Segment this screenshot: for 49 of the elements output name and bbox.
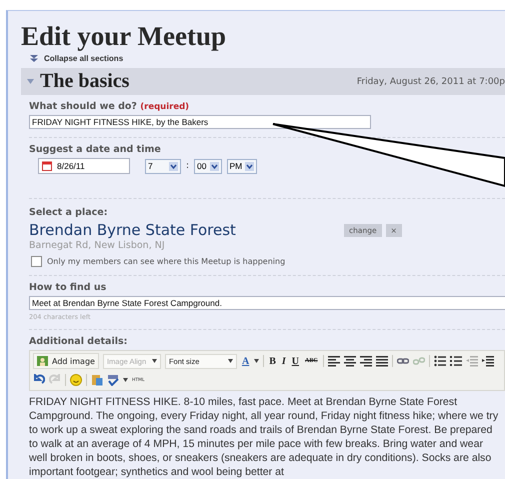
text-color-button[interactable]: A [240, 356, 250, 366]
bold-button[interactable]: B [268, 356, 277, 366]
title-input[interactable]: FRIDAY NIGHT FITNESS HIKE, by the Bakers [29, 115, 371, 129]
ampm-select[interactable]: PM [226, 158, 258, 174]
underline-button[interactable]: U [290, 356, 300, 366]
caret-icon [152, 359, 157, 363]
date-input[interactable]: 8/26/11 [38, 158, 130, 174]
directions-input[interactable]: Meet at Brendan Byrne State Forest Campground. [29, 296, 505, 310]
place-address: Barnegat Rd, New Lisbon, NJ [29, 240, 166, 251]
details-text[interactable]: FRIDAY NIGHT FITNESS HIKE. 8-10 miles, fast pace. Meet at Brendan Byrne State Forest Campground. The ongoing, every Friday night, all year round, Friday night fitness hike; where we try to work up a sweat exploring the sand roads and trails of Brendan Byrne State Forest. Be prepared to walk at an average of 4 MPH, 15 minutes per mile pace with few breaks. Bring water and wear well broken in boots, shoes, or sneakers (sneakers are adequate in dry conditions). Socks are also important footgear; synthetics and wool being better at [29, 391, 501, 479]
date-value: 8/26/11 [57, 161, 85, 171]
align-center-icon[interactable] [344, 355, 356, 367]
image-icon [37, 356, 48, 366]
paste-icon[interactable] [91, 374, 103, 386]
section-date: Friday, August 26, 2011 at 7:00p [356, 76, 505, 86]
caret-icon [228, 359, 233, 363]
field-label: Select a place: [29, 207, 109, 218]
dropdown-arrow-icon [169, 162, 178, 170]
field-label: Additional details: [29, 336, 128, 347]
private-checkbox[interactable] [31, 256, 42, 267]
place-name: Brendan Byrne State Forest [29, 221, 237, 239]
hour-select[interactable]: 7 [145, 158, 181, 174]
dropdown-arrow-icon [245, 162, 254, 170]
undo-icon[interactable] [33, 374, 45, 386]
field-label: How to find us [29, 282, 108, 293]
spellcheck-icon[interactable] [107, 374, 119, 386]
minute-select[interactable]: 00 [194, 158, 222, 174]
bullet-list-icon[interactable] [434, 355, 446, 367]
justify-icon[interactable] [376, 355, 388, 367]
smiley-icon[interactable] [70, 374, 82, 386]
italic-button[interactable]: I [280, 356, 287, 366]
indent-icon[interactable] [482, 355, 494, 367]
time-separator: : [186, 161, 190, 171]
field-label: What should we do? (required) [29, 101, 190, 112]
align-left-icon[interactable] [328, 355, 340, 367]
page-title: Edit your Meetup [21, 21, 228, 51]
calendar-icon [42, 161, 52, 171]
align-right-icon[interactable] [360, 355, 372, 367]
caret-icon [123, 378, 128, 382]
collapse-all-link[interactable]: Collapse all sections [44, 54, 124, 63]
add-image-button[interactable]: Add image [33, 353, 99, 369]
section-header[interactable]: The basics Friday, August 26, 2011 at 7:00p [21, 68, 505, 95]
section-title: The basics [40, 70, 130, 93]
numbered-list-icon[interactable] [450, 355, 462, 367]
dropdown-arrow-icon [210, 162, 219, 170]
field-label: Suggest a date and time [29, 144, 162, 155]
collapse-icon [30, 55, 38, 62]
checkbox-label: Only my members can see where this Meetup is happening [47, 257, 286, 266]
caret-icon [254, 359, 260, 363]
